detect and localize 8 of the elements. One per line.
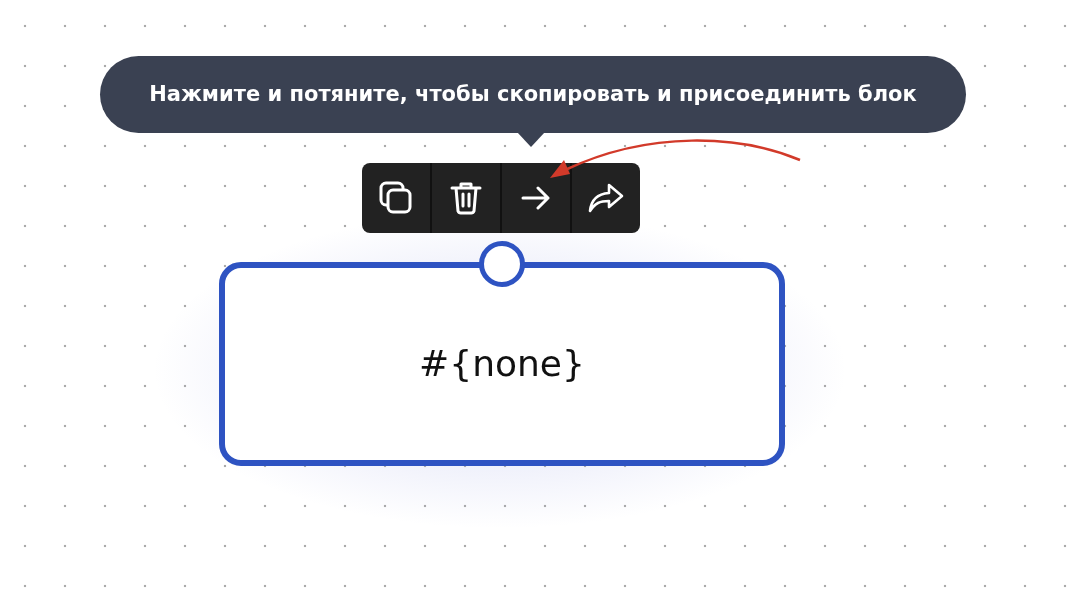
arrow-right-icon (521, 186, 551, 210)
block-label: #{none} (419, 342, 585, 386)
flow-block[interactable]: #{none} (219, 262, 785, 466)
tooltip: Нажмите и потяните, чтобы скопировать и присоединить блок (100, 56, 966, 133)
copy-icon (379, 181, 413, 215)
tooltip-pointer (517, 132, 545, 147)
forward-arrow-icon (588, 183, 624, 213)
trash-icon (450, 181, 482, 215)
